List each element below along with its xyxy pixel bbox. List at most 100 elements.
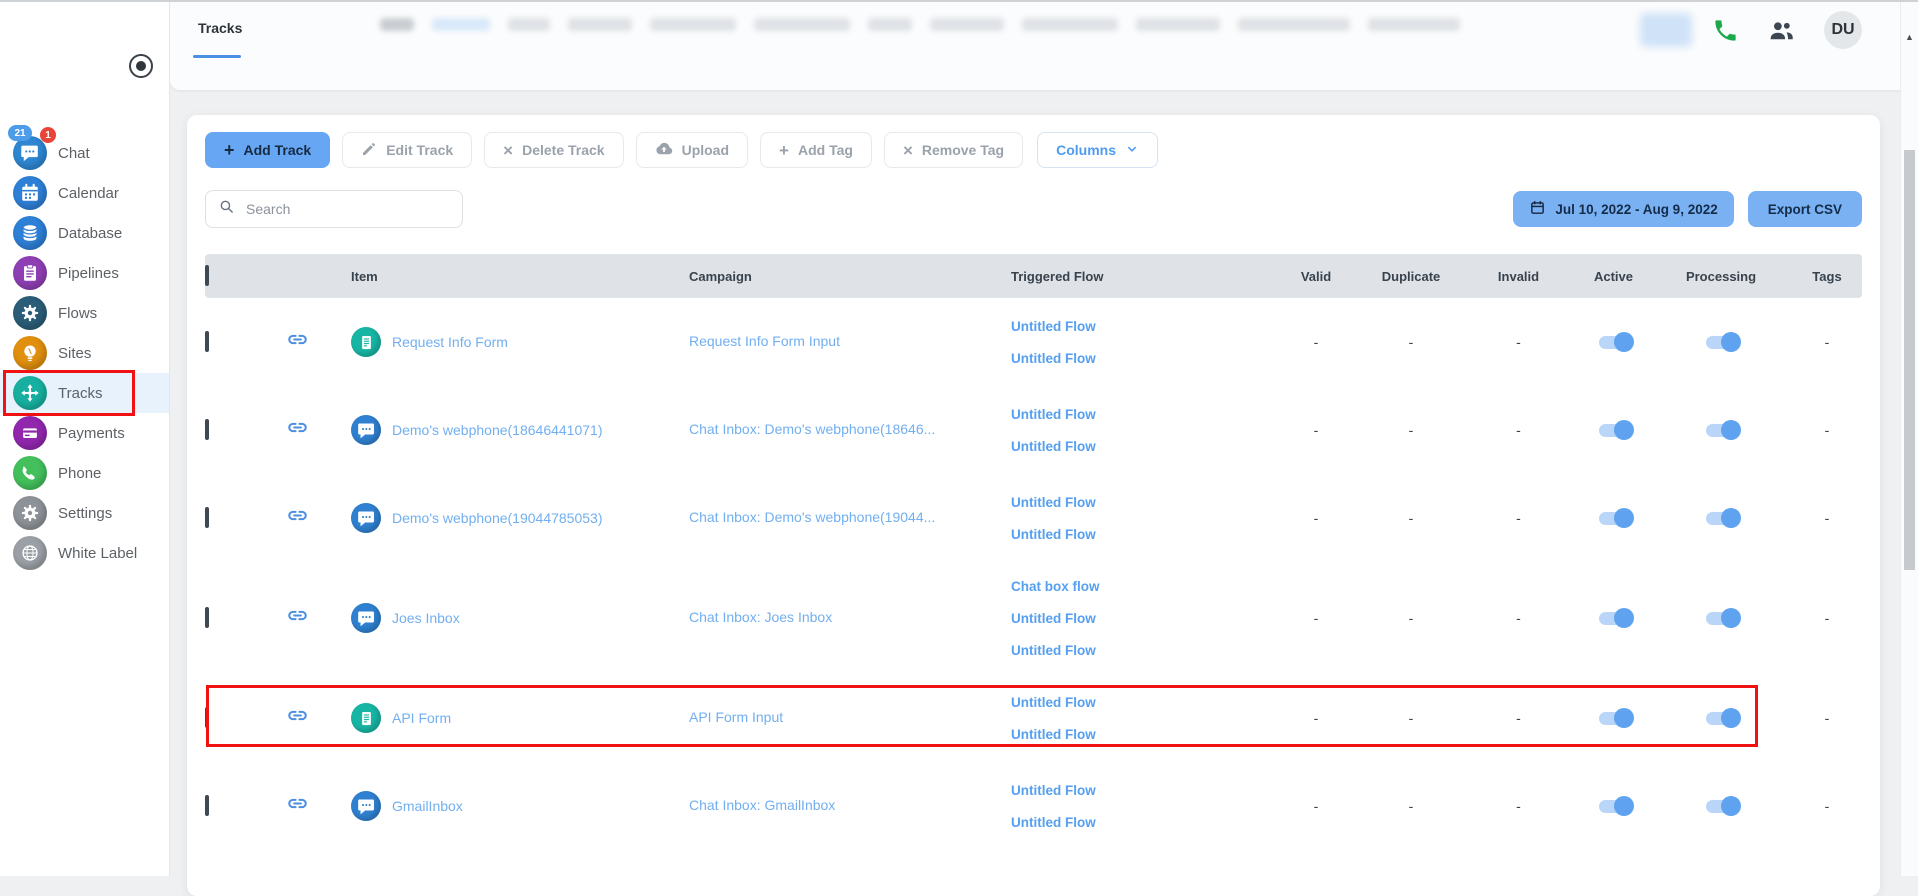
page: 211 Chat Calendar Database Pipelines Flo… (0, 0, 1918, 876)
processing-toggle[interactable] (1706, 612, 1736, 625)
chevron-down-icon (1125, 142, 1139, 159)
processing-toggle[interactable] (1706, 712, 1736, 725)
valid-value: - (1271, 710, 1361, 726)
invalid-value: - (1461, 334, 1576, 350)
triggered-flow-link[interactable]: Chat box flow (1011, 570, 1271, 602)
delete-track-button[interactable]: ×Delete Track (484, 132, 623, 168)
select-all-checkbox[interactable] (205, 265, 209, 286)
triggered-flow-link[interactable]: Untitled Flow (1011, 342, 1271, 374)
campaign-link[interactable]: Chat Inbox: Joes Inbox (689, 609, 832, 625)
sidebar-item-database[interactable]: Database (0, 213, 169, 253)
campaign-link[interactable]: Request Info Form Input (689, 333, 840, 349)
tab-tracks[interactable]: Tracks (198, 20, 242, 36)
triggered-flow-link[interactable]: Untitled Flow (1011, 774, 1271, 806)
scrollbar-thumb[interactable] (1904, 150, 1915, 570)
sidebar-item-label: Calendar (58, 185, 119, 202)
triggered-flow-link[interactable]: Untitled Flow (1011, 430, 1271, 462)
white-label-icon (13, 536, 47, 570)
sidebar-item-settings[interactable]: Settings (0, 493, 169, 533)
sidebar-item-flows[interactable]: Flows (0, 293, 169, 333)
scrollbar-up-arrow-icon[interactable]: ▲ (1901, 32, 1918, 42)
processing-toggle[interactable] (1706, 336, 1736, 349)
table-row: GmailInbox Chat Inbox: GmailInbox Untitl… (205, 762, 1862, 850)
sidebar-item-calendar[interactable]: Calendar (0, 173, 169, 213)
sidebar-item-pipelines[interactable]: Pipelines (0, 253, 169, 293)
processing-toggle[interactable] (1706, 512, 1736, 525)
export-csv-button[interactable]: Export CSV (1748, 191, 1862, 227)
sidebar-item-sites[interactable]: Sites (0, 333, 169, 373)
column-header-duplicate: Duplicate (1361, 269, 1461, 284)
active-toggle[interactable] (1599, 424, 1629, 437)
link-cell[interactable] (263, 328, 331, 356)
link-cell[interactable] (263, 416, 331, 444)
sidebar-item-label: Chat (58, 145, 90, 162)
triggered-flow-link[interactable]: Untitled Flow (1011, 486, 1271, 518)
user-avatar[interactable]: DU (1824, 11, 1862, 49)
date-range-button[interactable]: Jul 10, 2022 - Aug 9, 2022 (1513, 191, 1733, 227)
vertical-scrollbar[interactable]: ▲ (1900, 0, 1918, 876)
triggered-flow-link[interactable]: Untitled Flow (1011, 634, 1271, 666)
sidebar: 211 Chat Calendar Database Pipelines Flo… (0, 2, 170, 876)
table-row: API Form API Form Input Untitled FlowUnt… (205, 674, 1862, 762)
link-cell[interactable] (263, 604, 331, 632)
campaign-link[interactable]: API Form Input (689, 709, 783, 725)
item-link[interactable]: Demo's webphone(19044785053) (392, 510, 603, 526)
item-link[interactable]: Request Info Form (392, 334, 508, 350)
edit-track-button[interactable]: Edit Track (342, 132, 472, 168)
row-checkbox[interactable] (205, 795, 209, 816)
sidebar-item-tracks[interactable]: Tracks (0, 373, 169, 413)
processing-toggle[interactable] (1706, 800, 1736, 813)
valid-value: - (1271, 422, 1361, 438)
sidebar-item-phone[interactable]: Phone (0, 453, 169, 493)
row-checkbox[interactable] (205, 507, 209, 528)
item-link[interactable]: Demo's webphone(18646441071) (392, 422, 603, 438)
campaign-link[interactable]: Chat Inbox: GmailInbox (689, 797, 835, 813)
contacts-people-icon[interactable] (1767, 16, 1796, 45)
pencil-icon (361, 141, 377, 160)
row-checkbox[interactable] (205, 419, 209, 440)
item-link[interactable]: GmailInbox (392, 798, 463, 814)
processing-toggle[interactable] (1706, 424, 1736, 437)
triggered-flow-link[interactable]: Untitled Flow (1011, 806, 1271, 838)
triggered-flow-link[interactable]: Untitled Flow (1011, 602, 1271, 634)
link-cell[interactable] (263, 504, 331, 532)
add-tag-button[interactable]: +Add Tag (760, 132, 872, 168)
triggered-flow-link[interactable]: Untitled Flow (1011, 310, 1271, 342)
phone-call-icon[interactable] (1712, 17, 1739, 44)
campaign-link[interactable]: Chat Inbox: Demo's webphone(18646... (689, 421, 935, 437)
active-toggle[interactable] (1599, 800, 1629, 813)
add-track-button[interactable]: +Add Track (205, 132, 330, 168)
sidebar-collapse-toggle-icon[interactable] (129, 54, 153, 78)
row-checkbox[interactable] (205, 707, 209, 728)
item-link[interactable]: API Form (392, 710, 451, 726)
columns-dropdown-button[interactable]: Columns (1037, 132, 1158, 168)
chain-link-icon (286, 504, 309, 532)
link-cell[interactable] (263, 704, 331, 732)
row-checkbox[interactable] (205, 607, 209, 628)
triggered-flow-link[interactable]: Untitled Flow (1011, 398, 1271, 430)
sidebar-item-payments[interactable]: Payments (0, 413, 169, 453)
sidebar-item-white-label[interactable]: White Label (0, 533, 169, 573)
item-link[interactable]: Joes Inbox (392, 610, 460, 626)
triggered-flow-link[interactable]: Untitled Flow (1011, 718, 1271, 750)
sidebar-item-chat[interactable]: 211 Chat (0, 133, 169, 173)
active-toggle[interactable] (1599, 612, 1629, 625)
remove-tag-button[interactable]: ×Remove Tag (884, 132, 1023, 168)
flows-icon (13, 296, 47, 330)
row-checkbox[interactable] (205, 331, 209, 352)
active-toggle[interactable] (1599, 512, 1629, 525)
triggered-flow-link[interactable]: Untitled Flow (1011, 686, 1271, 718)
sites-icon (13, 336, 47, 370)
link-cell[interactable] (263, 792, 331, 820)
search-input[interactable] (244, 200, 450, 218)
toggle-knob (1614, 708, 1634, 728)
plus-icon: + (779, 142, 789, 159)
active-toggle[interactable] (1599, 712, 1629, 725)
invalid-value: - (1461, 798, 1576, 814)
upload-button[interactable]: Upload (636, 132, 748, 168)
triggered-flow-link[interactable]: Untitled Flow (1011, 518, 1271, 550)
column-header-item: Item (331, 269, 671, 284)
campaign-link[interactable]: Chat Inbox: Demo's webphone(19044... (689, 509, 935, 525)
column-header-campaign: Campaign (671, 269, 1001, 284)
active-toggle[interactable] (1599, 336, 1629, 349)
